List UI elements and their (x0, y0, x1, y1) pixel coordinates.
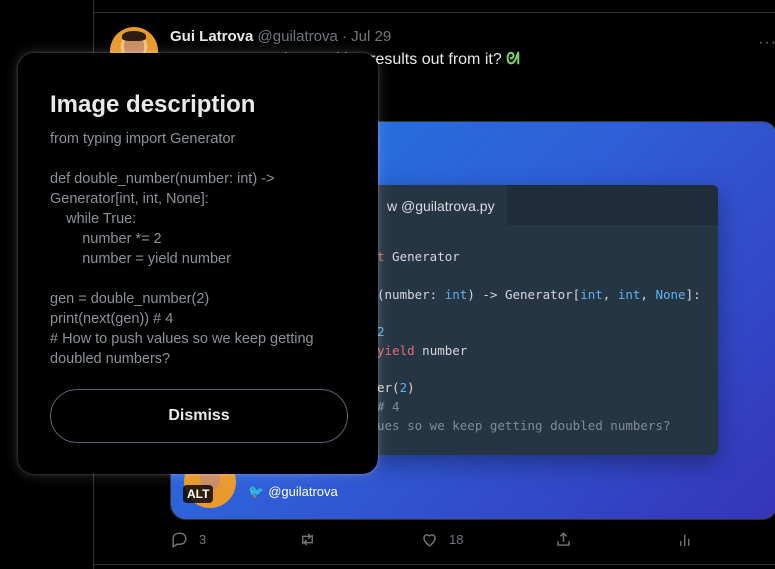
author-handle[interactable]: @guilatrova (258, 28, 338, 45)
dismiss-button[interactable]: Dismiss (50, 389, 348, 443)
analytics-icon (680, 534, 690, 546)
description-line: from typing import Generator (50, 131, 236, 147)
description-line: number *= 2 (50, 231, 162, 247)
heart-icon (423, 534, 436, 547)
tweet-author: Gui Latrova @guilatrova · Jul 29 (170, 28, 391, 46)
description-line: def double_number(number: int) -> (50, 171, 275, 187)
description-line: doubled numbers? (50, 351, 171, 367)
reply-button[interactable]: 3 (170, 530, 206, 549)
code-line: yield number (377, 343, 468, 358)
share-button[interactable] (554, 530, 573, 549)
description-line: while True: (50, 211, 137, 227)
alt-badge[interactable]: ALT (183, 485, 214, 503)
divider (94, 564, 775, 565)
media-handle: 🐦 @guilatrova (248, 484, 338, 500)
retweet-icon (302, 533, 313, 546)
snake-emoji-icon: ᘛ (506, 51, 520, 68)
more-options-icon[interactable]: ··· (758, 34, 775, 52)
description-line (50, 269, 350, 289)
description-line (50, 149, 350, 169)
reply-count: 3 (199, 532, 207, 547)
description-line: gen = double_number(2) (50, 291, 210, 307)
code-window: w @guilatrova.py t Generator (number: in… (321, 185, 718, 455)
image-description-dialog: Image description from typing import Gen… (18, 53, 378, 474)
description-line: number = yield number (50, 251, 231, 267)
code-line: er(2) (377, 380, 415, 395)
like-count: 18 (449, 532, 464, 547)
code-line: t Generator (377, 249, 460, 264)
dot-separator: · (341, 28, 347, 45)
code-line: # 4 (377, 399, 400, 414)
code-line: ues so we keep getting doubled numbers? (377, 418, 671, 433)
description-line: Generator[int, int, None]: (50, 191, 209, 207)
author-name[interactable]: Gui Latrova (170, 28, 253, 45)
description-line: # How to push values so we keep getting (50, 331, 314, 347)
dialog-title: Image description (50, 91, 256, 118)
analytics-button[interactable] (676, 530, 695, 549)
code-tab-label: w @guilatrova.py (387, 198, 495, 214)
divider (94, 12, 775, 13)
like-button[interactable]: 18 (420, 530, 463, 549)
reply-icon (172, 532, 187, 548)
dialog-description: from typing import Generator def double_… (50, 129, 350, 369)
code-line: 2 (377, 324, 385, 339)
tweet-actions: 3 18 (170, 530, 730, 550)
code-tab-bar: w @guilatrova.py (321, 185, 718, 225)
media-handle-text: @guilatrova (268, 484, 338, 499)
code-line: (number: int) -> Generator[int, int, Non… (377, 287, 701, 302)
twitter-bird-icon: 🐦 (248, 484, 265, 499)
retweet-button[interactable] (298, 530, 317, 549)
description-line: print(next(gen)) # 4 (50, 311, 174, 327)
tweet-date[interactable]: Jul 29 (351, 28, 391, 45)
share-icon (557, 532, 570, 546)
